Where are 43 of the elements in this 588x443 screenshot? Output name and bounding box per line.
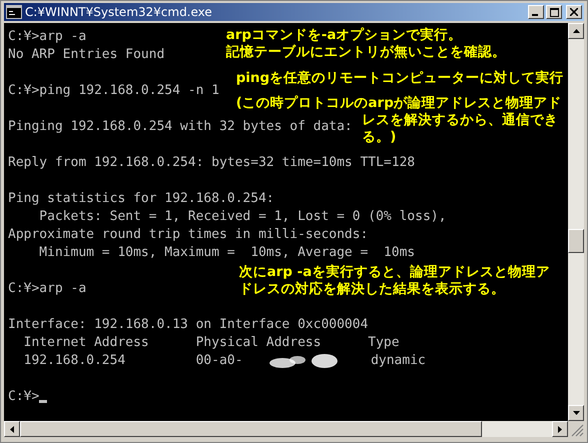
console-line: dynamic xyxy=(370,352,426,370)
console-line: Pinging 192.168.0.254 with 32 bytes of data: xyxy=(8,118,352,136)
annotation-text: レスを解決するから、通信でき xyxy=(362,112,558,129)
console-line: No ARP Entries Found xyxy=(8,46,165,64)
scroll-left-button[interactable] xyxy=(4,421,20,437)
maximize-button[interactable] xyxy=(546,5,562,19)
horizontal-scrollbar[interactable] xyxy=(4,421,568,437)
minimize-button[interactable] xyxy=(528,5,544,19)
annotation-text: pingを任意のリモートコンピューターに対して実行 xyxy=(236,70,564,87)
console-line: 192.168.0.254 00-a0- xyxy=(22,352,243,370)
close-icon xyxy=(570,8,578,16)
console-line: C:¥>arp -a xyxy=(8,280,86,298)
console-line: Ping statistics for 192.168.0.254: xyxy=(8,190,274,208)
scroll-right-button[interactable] xyxy=(552,421,568,437)
scroll-thumb[interactable] xyxy=(568,229,584,253)
prompt-text: C:¥> xyxy=(8,388,40,406)
up-arrow-icon xyxy=(572,29,580,33)
annotation-text: る。) xyxy=(362,129,396,146)
close-button[interactable] xyxy=(566,5,582,19)
annotation-text: 記憶テーブルにエントリが無いことを確認。 xyxy=(226,44,506,61)
text-cursor xyxy=(39,400,48,403)
console-icon xyxy=(6,5,22,19)
console-line: Packets: Sent = 1, Received = 1, Lost = 0 (0% loss), xyxy=(38,208,446,226)
scroll-thumb[interactable] xyxy=(20,421,482,437)
console-line: C:¥>arp -a xyxy=(8,28,86,46)
console-line: C:¥>ping 192.168.0.254 -n 1 xyxy=(8,82,220,100)
console-line: Reply from 192.168.0.254: bytes=32 time=10ms TTL=128 xyxy=(8,154,415,172)
maximize-icon xyxy=(550,8,558,16)
annotation-text: arpコマンドを-aオプションで実行。 xyxy=(226,27,462,44)
console-line: Internet Address Physical Address Type xyxy=(22,334,400,352)
console-line: Minimum = 10ms, Maximum = 10ms, Average = 10ms xyxy=(38,244,415,262)
annotation-text: ドレスの対応を解決した結果を表示する。 xyxy=(239,281,505,298)
vertical-scrollbar[interactable] xyxy=(568,23,584,421)
down-arrow-icon xyxy=(572,411,580,415)
scroll-up-button[interactable] xyxy=(568,23,584,39)
window-title: C:¥WINNT¥System32¥cmd.exe xyxy=(25,5,214,19)
annotation-text: (この時プロトコルのarpが論理アドレスと物理アド xyxy=(236,95,562,112)
left-arrow-icon xyxy=(10,426,14,432)
right-arrow-icon xyxy=(558,426,562,432)
annotation-text: 次にarp -aを実行すると、論理アドレスと物理ア xyxy=(239,264,550,281)
scroll-down-button[interactable] xyxy=(568,405,584,421)
console-line: Approximate round trip times in milli-seconds: xyxy=(8,226,368,244)
console-line: Interface: 192.168.0.13 on Interface 0xc000004 xyxy=(8,316,368,334)
